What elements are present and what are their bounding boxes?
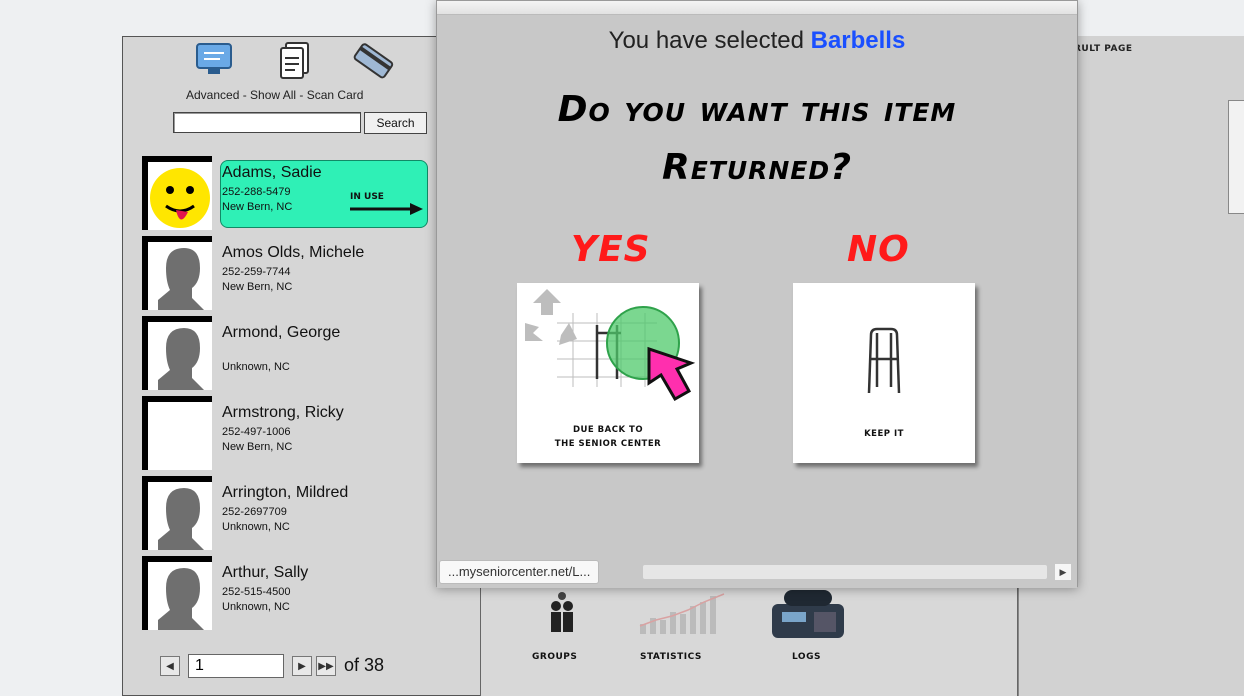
- phone-icon[interactable]: [768, 586, 848, 647]
- groups-label[interactable]: GROUPS: [532, 652, 577, 662]
- contact-phone: 252-259-7744: [222, 266, 291, 278]
- contact-item[interactable]: Arrington, Mildred 252-2697709 Unknown, …: [142, 476, 430, 552]
- return-question: Do you want this item Returned?: [437, 81, 1077, 197]
- pagination: ◀ 1 ▶ ▶▶ of 38: [158, 654, 418, 680]
- contact-city: New Bern, NC: [222, 281, 293, 293]
- contact-name: Armond, George: [222, 324, 341, 341]
- return-no-button[interactable]: KEEP IT: [793, 283, 975, 463]
- avatar: [148, 562, 212, 630]
- no-text: KEEP IT: [864, 429, 904, 439]
- contact-name: Amos Olds, Michele: [222, 244, 365, 261]
- contact-city: Unknown, NC: [222, 521, 290, 533]
- horizontal-scrollbar[interactable]: [643, 565, 1047, 579]
- contact-city: New Bern, NC: [222, 201, 293, 213]
- contact-item[interactable]: Arthur, Sally 252-515-4500 Unknown, NC: [142, 556, 430, 632]
- toolbar-caption: Advanced - Show All - Scan Card: [186, 88, 364, 102]
- page-number-input[interactable]: 1: [188, 654, 284, 678]
- contact-name: Arrington, Mildred: [222, 484, 349, 501]
- contact-name: Arthur, Sally: [222, 564, 309, 581]
- right-panel-label: RULT PAGE: [1074, 44, 1133, 54]
- contact-phone: 252-515-4500: [222, 586, 291, 598]
- page-total: of 38: [344, 655, 385, 675]
- return-item-dialog: You have selected Barbells Do you want t…: [436, 0, 1078, 588]
- contact-city: New Bern, NC: [222, 441, 293, 453]
- last-page-button[interactable]: ▶▶: [316, 656, 336, 676]
- search-button[interactable]: Search: [364, 112, 427, 134]
- previous-page-button[interactable]: ◀: [160, 656, 180, 676]
- contact-city: Unknown, NC: [222, 601, 290, 613]
- status-url: ...myseniorcenter.net/L...: [439, 560, 600, 584]
- dialog-titlebar: [437, 1, 1077, 15]
- avatar: [148, 162, 212, 230]
- contact-phone: 252-2697709: [222, 506, 287, 518]
- selected-item-name: Barbells: [810, 27, 906, 54]
- search-input[interactable]: [173, 112, 361, 133]
- in-use-label: IN USE: [350, 192, 384, 202]
- contact-name: Armstrong, Ricky: [222, 404, 344, 421]
- contact-phone: 252-497-1006: [222, 426, 291, 438]
- contact-item[interactable]: Amos Olds, Michele 252-259-7744 New Bern…: [142, 236, 430, 312]
- recycle-walker-icon: [525, 289, 696, 402]
- yes-text-line-2: THE SENIOR CENTER: [554, 439, 662, 449]
- card-scanner-icon[interactable]: [352, 40, 394, 80]
- toolbar-icons: [194, 40, 414, 86]
- avatar: [148, 482, 212, 550]
- no-label: NO: [847, 229, 910, 270]
- contact-item[interactable]: Armstrong, Ricky 252-497-1006 New Bern, …: [142, 396, 430, 472]
- contact-phone: 252-288-5479: [222, 186, 291, 198]
- question-line-2: Returned?: [661, 147, 853, 188]
- groups-icon[interactable]: [544, 586, 580, 647]
- contact-item[interactable]: Adams, Sadie 252-288-5479 New Bern, NC I…: [142, 156, 430, 232]
- document-icon[interactable]: [276, 40, 316, 80]
- avatar: [148, 322, 212, 390]
- monitor-icon[interactable]: [194, 40, 234, 80]
- contact-item[interactable]: Armond, George Unknown, NC: [142, 316, 430, 392]
- walker-icon: [867, 327, 901, 394]
- next-page-button[interactable]: ▶: [292, 656, 312, 676]
- statistics-label[interactable]: STATISTICS: [640, 652, 702, 662]
- statistics-icon[interactable]: [636, 586, 732, 647]
- dialog-statusbar: ...myseniorcenter.net/L... ▶: [437, 558, 1077, 588]
- contact-city: Unknown, NC: [222, 361, 290, 373]
- scroll-right-icon[interactable]: ▶: [1055, 564, 1071, 580]
- yes-label: YES: [571, 229, 651, 270]
- return-yes-button[interactable]: DUE BACK TO THE SENIOR CENTER: [517, 283, 699, 463]
- arrow-right-icon: [350, 203, 423, 215]
- question-line-1: Do you want this item: [557, 89, 957, 130]
- selected-item-line: You have selected Barbells: [437, 27, 1077, 55]
- selected-prefix: You have selected: [608, 27, 804, 54]
- avatar: [148, 402, 212, 470]
- yes-text-line-1: DUE BACK TO: [572, 425, 644, 435]
- logs-label[interactable]: LOGS: [792, 652, 821, 662]
- contact-name: Adams, Sadie: [222, 164, 322, 181]
- right-panel-box: [1228, 100, 1244, 214]
- avatar: [148, 242, 212, 310]
